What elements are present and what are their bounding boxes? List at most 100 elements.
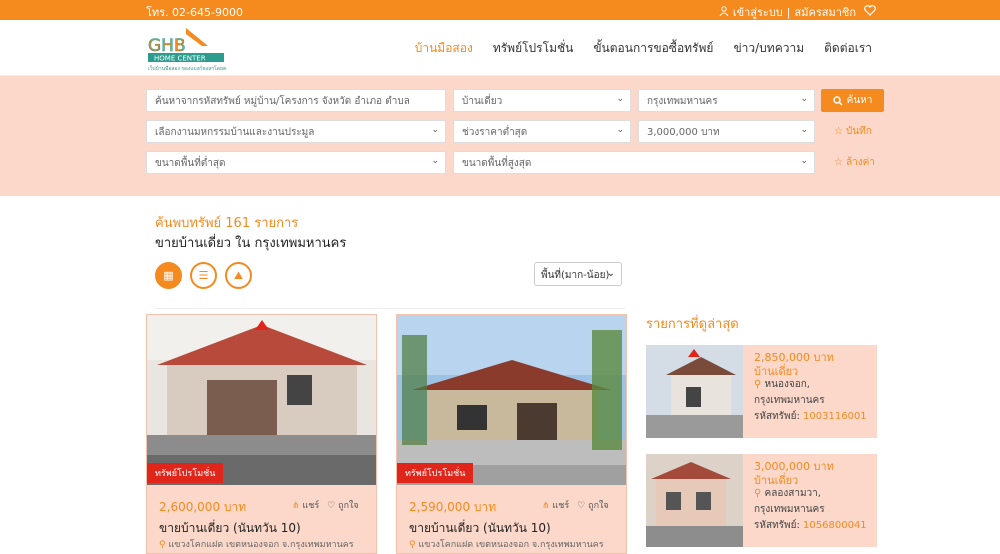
map-view-button[interactable]: ⛰ — [225, 262, 252, 289]
nav-contact[interactable]: ติดต่อเรา — [824, 39, 872, 58]
province-select[interactable]: กรุงเทพมหานคร ⌄ — [638, 89, 815, 112]
area-max-select[interactable]: ขนาดพื้นที่สูงสุด ⌄ — [453, 151, 815, 174]
event-value: เลือกงานมหกรรมบ้านและงานประมูล — [155, 127, 315, 138]
promotion-badge: ทรัพย์โปรโมชั่น — [397, 463, 474, 483]
latest-item[interactable]: 3,000,000 บาท บ้านเดี่ยว ⚲ คลองสามวา, กร… — [646, 454, 877, 547]
top-bar: โทร. 02-645-9000 เข้าสู่ระบบ | สมัครสมาช… — [0, 0, 1000, 20]
property-photo — [147, 315, 376, 485]
card-location-text: แขวงโคกแฝด เขตหนองจอก จ.กรุงเทพมหานคร — [168, 540, 354, 550]
like-label: ถูกใจ — [588, 501, 609, 511]
like-label: ถูกใจ — [338, 501, 359, 511]
nav-used-homes[interactable]: บ้านมือสอง — [415, 39, 473, 58]
chevron-down-icon: ⌄ — [616, 125, 624, 135]
share-button[interactable]: ⋔ แชร์ — [292, 498, 319, 512]
share-icon: ⋔ — [542, 501, 550, 511]
chevron-down-icon: ⌄ — [800, 94, 808, 104]
nav-buying-steps[interactable]: ขั้นตอนการขอซื้อทรัพย์ — [593, 39, 713, 58]
latest-district: หนองจอก, — [764, 379, 810, 390]
latest-code-value: 1003116001 — [803, 411, 867, 422]
like-button[interactable]: ♡ ถูกใจ — [327, 498, 359, 512]
type-value: บ้านเดี่ยว — [462, 96, 503, 107]
list-view-button[interactable]: ☰ — [190, 262, 217, 289]
promotion-badge: ทรัพย์โปรโมชั่น — [147, 463, 224, 483]
save-search-link[interactable]: ☆ บันทึก — [834, 124, 872, 139]
result-count: ค้นพบทรัพย์ 161 รายการ — [155, 216, 299, 231]
map-pin-icon: ⚲ — [754, 488, 762, 499]
price-max-select[interactable]: 3,000,000 บาท ⌄ — [638, 120, 815, 143]
map-pin-icon: ⚲ — [409, 540, 416, 550]
card-location-text: แขวงโคกแฝด เขตหนองจอก จ.กรุงเทพมหานคร — [418, 540, 604, 550]
latest-code: รหัสทรัพย์: 1056800041 — [754, 518, 867, 533]
separator: | — [786, 5, 791, 19]
chevron-down-icon: ⌄ — [431, 156, 439, 166]
card-location: ⚲ แขวงโคกแฝด เขตหนองจอก จ.กรุงเทพมหานคร — [159, 537, 354, 551]
login-link[interactable]: เข้าสู่ระบบ — [733, 3, 783, 21]
event-select[interactable]: เลือกงานมหกรรมบ้านและงานประมูล ⌄ — [146, 120, 446, 143]
price-max-value: 3,000,000 บาท — [647, 127, 720, 138]
card-price: 2,600,000 บาท — [159, 500, 247, 514]
header: GHB HOME CENTER เว็บบ้านมือสอง ของแบงก์ธ… — [0, 20, 1000, 76]
share-label: แชร์ — [552, 501, 570, 511]
divider — [155, 308, 625, 309]
share-button[interactable]: ⋔ แชร์ — [542, 498, 569, 512]
like-button[interactable]: ♡ ถูกใจ — [577, 498, 609, 512]
chevron-down-icon: ⌄ — [800, 125, 808, 135]
user-icon — [719, 5, 729, 19]
price-min-select[interactable]: ช่วงราคาต่ำสุด ⌄ — [453, 120, 631, 143]
heart-icon: ♡ — [327, 501, 336, 511]
property-thumbnail — [646, 345, 743, 438]
property-photo — [397, 315, 626, 485]
list-icon: ☰ — [198, 269, 209, 282]
ghb-logo[interactable]: GHB HOME CENTER เว็บบ้านมือสอง ของแบงก์ธ… — [146, 26, 232, 72]
card-price: 2,590,000 บาท — [409, 500, 497, 514]
latest-district: คลองสามวา, — [764, 488, 821, 499]
province-value: กรุงเทพมหานคร — [647, 96, 718, 107]
latest-location: ⚲ คลองสามวา, — [754, 486, 821, 501]
star-icon: ☆ — [834, 157, 843, 168]
search-button[interactable]: ค้นหา — [821, 89, 884, 112]
area-min-select[interactable]: ขนาดพื้นที่ต่ำสุด ⌄ — [146, 151, 446, 174]
property-card[interactable]: ทรัพย์โปรโมชั่น 2,590,000 บาท ⋔ แชร์ ♡ ถ… — [396, 314, 627, 554]
main-nav: บ้านมือสอง ทรัพย์โปรโมชั่น ขั้นตอนการขอซ… — [415, 39, 872, 58]
svg-text:HOME CENTER: HOME CENTER — [154, 55, 206, 63]
type-select[interactable]: บ้านเดี่ยว ⌄ — [453, 89, 631, 112]
sort-select[interactable]: พื้นที่(มาก-น้อย) ⌄ — [534, 262, 622, 286]
latest-province: กรุงเทพมหานคร — [754, 395, 825, 406]
map-pin-icon: ⚲ — [159, 540, 166, 550]
property-card[interactable]: ทรัพย์โปรโมชั่น 2,600,000 บาท ⋔ แชร์ ♡ ถ… — [146, 314, 377, 554]
star-icon: ☆ — [834, 126, 843, 137]
nav-news[interactable]: ข่าว/บทความ — [733, 39, 804, 58]
sort-value: พื้นที่(มาก-น้อย) — [541, 270, 610, 281]
latest-code: รหัสทรัพย์: 1003116001 — [754, 409, 867, 424]
card-title: ขายบ้านเดี่ยว (นันทวัน 10) — [159, 521, 301, 535]
chevron-down-icon: ⌄ — [616, 94, 624, 104]
svg-text:เว็บบ้านมือสอง ของแบงก์ธอสฯโดย: เว็บบ้านมือสอง ของแบงก์ธอสฯโดยตรง — [148, 64, 226, 72]
clear-label: ล้างค่า — [845, 157, 875, 168]
card-title: ขายบ้านเดี่ยว (นันทวัน 10) — [409, 521, 551, 535]
map-pin-icon: ⚲ — [754, 379, 762, 390]
grid-icon: ▦ — [163, 269, 174, 282]
heart-icon[interactable] — [864, 5, 876, 19]
card-actions: ⋔ แชร์ ♡ ถูกใจ — [542, 498, 609, 512]
share-icon: ⋔ — [292, 501, 300, 511]
card-actions: ⋔ แชร์ ♡ ถูกใจ — [292, 498, 359, 512]
nav-promotion[interactable]: ทรัพย์โปรโมชั่น — [493, 39, 574, 58]
map-icon: ⛰ — [233, 268, 244, 282]
chevron-down-icon: ⌄ — [800, 156, 808, 166]
heart-icon: ♡ — [577, 501, 586, 511]
latest-province: กรุงเทพมหานคร — [754, 504, 825, 515]
save-label: บันทึก — [845, 126, 872, 137]
register-link[interactable]: สมัครสมาชิก — [795, 3, 857, 21]
search-icon — [832, 95, 843, 106]
latest-code-label: รหัสทรัพย์: — [754, 520, 800, 531]
area-max-value: ขนาดพื้นที่สูงสุด — [462, 158, 532, 169]
search-button-label: ค้นหา — [846, 95, 873, 106]
price-min-value: ช่วงราคาต่ำสุด — [462, 127, 528, 138]
latest-item[interactable]: 2,850,000 บาท บ้านเดี่ยว ⚲ หนองจอก, กรุง… — [646, 345, 877, 438]
keyword-input[interactable]: ค้นหาจากรหัสทรัพย์ หมู่บ้าน/โครงการ จังห… — [146, 89, 446, 112]
latest-code-label: รหัสทรัพย์: — [754, 411, 800, 422]
grid-view-button[interactable]: ▦ — [155, 262, 182, 289]
chevron-down-icon: ⌄ — [431, 125, 439, 135]
latest-code-value: 1056800041 — [803, 520, 867, 531]
clear-search-link[interactable]: ☆ ล้างค่า — [834, 155, 875, 170]
